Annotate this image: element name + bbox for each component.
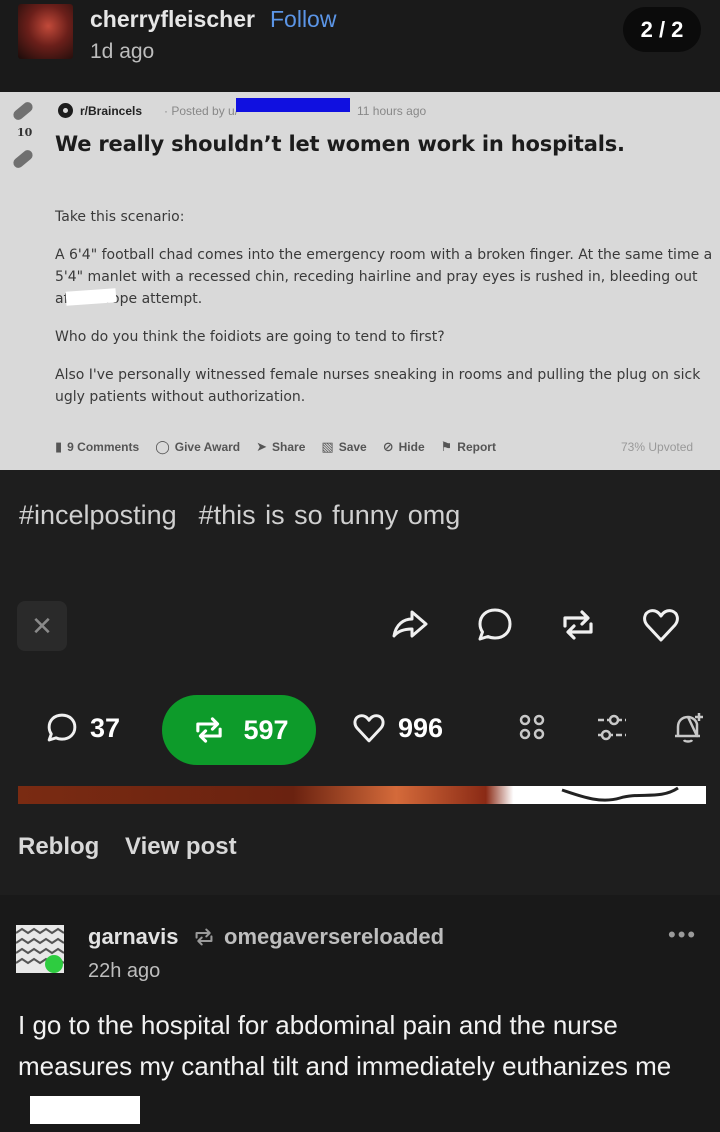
upvote-icon xyxy=(11,100,35,122)
reddit-hide: ⊘ Hide xyxy=(382,439,425,454)
tag-list: #incelposting #this is so funny omg xyxy=(19,500,460,531)
reddit-save: ▧ Save xyxy=(321,439,367,454)
reblog-icon xyxy=(195,928,213,946)
comment-icon[interactable] xyxy=(474,604,516,646)
more-options-icon[interactable]: ••• xyxy=(668,922,697,948)
subreddit-icon xyxy=(58,103,73,118)
comment-icon: ▮ xyxy=(55,439,63,454)
image-strip-detail xyxy=(561,786,679,802)
comment-icon xyxy=(47,713,77,742)
online-indicator xyxy=(45,955,63,973)
comment-count[interactable]: 37 xyxy=(44,710,120,746)
reblog-text: I go to the hospital for abdominal pain … xyxy=(18,1010,672,1081)
tag[interactable]: #incelposting xyxy=(19,500,177,530)
filter-icon[interactable] xyxy=(594,710,630,746)
posted-by: · Posted by u/ xyxy=(164,104,239,118)
avatar[interactable] xyxy=(18,4,73,59)
hide-icon: ⊘ xyxy=(382,439,394,454)
page-indicator: 2 / 2 xyxy=(623,7,701,52)
reddit-paragraph: Who do you think the foidiots are going … xyxy=(55,329,445,345)
redaction-block xyxy=(30,1096,140,1124)
vote-count: 10 xyxy=(17,126,33,139)
reddit-award: ◯ Give Award xyxy=(155,439,241,454)
reddit-paragraph: Also I've personally witnessed female nu… xyxy=(55,367,701,405)
downvote-icon xyxy=(11,148,35,170)
vote-column: 10 xyxy=(6,92,40,172)
subreddit-name: r/Braincels xyxy=(80,104,143,118)
award-icon: ◯ xyxy=(155,439,170,454)
reddit-screenshot: 10 r/Braincels · Posted by u/ 11 hours a… xyxy=(0,92,720,470)
reddit-share: ➤ Share xyxy=(256,439,306,454)
reddit-post-time: 11 hours ago xyxy=(357,104,427,118)
reblog-timestamp: 22h ago xyxy=(88,960,161,982)
username[interactable]: cherryfleischer xyxy=(90,6,255,33)
reddit-post-body: Take this scenario: A 6'4" football chad… xyxy=(55,206,715,424)
share-icon[interactable] xyxy=(388,604,430,646)
flag-icon: ⚑ xyxy=(440,439,453,454)
reblog-icon xyxy=(196,717,223,743)
reblogged-from[interactable]: omegaversereloaded xyxy=(224,924,444,950)
heart-icon xyxy=(353,714,385,743)
share-icon: ➤ xyxy=(256,439,268,454)
redaction-bar xyxy=(236,98,350,112)
reblogger-username[interactable]: garnavis xyxy=(88,924,179,950)
reddit-paragraph: Take this scenario: xyxy=(55,209,185,225)
heart-icon[interactable] xyxy=(640,604,682,646)
close-button[interactable]: ✕ xyxy=(17,601,67,651)
community-icon[interactable] xyxy=(515,710,551,746)
reddit-paragraph: A 6'4" football chad comes into the emer… xyxy=(55,247,713,307)
reddit-post-title: We really shouldn’t let women work in ho… xyxy=(55,132,625,156)
post-timestamp: 1d ago xyxy=(90,40,155,63)
reblog-count[interactable]: 597 xyxy=(162,695,316,765)
reddit-action-bar: ▮ 9 Comments ◯ Give Award ➤ Share ▧ Save ⊘ Hi… xyxy=(55,439,496,455)
reblog-icon[interactable] xyxy=(557,604,599,646)
reblog-link[interactable]: Reblog xyxy=(18,833,99,861)
like-count[interactable]: 996 xyxy=(350,710,443,746)
bell-add-icon[interactable] xyxy=(670,710,706,746)
upvote-percentage: 73% Upvoted xyxy=(621,440,694,454)
reddit-comments: ▮ 9 Comments xyxy=(55,439,140,454)
view-post-link[interactable]: View post xyxy=(125,833,237,861)
reddit-report: ⚑ Report xyxy=(440,439,496,454)
tag[interactable]: #this is so funny omg xyxy=(199,500,461,530)
bookmark-icon: ▧ xyxy=(321,439,334,454)
follow-button[interactable]: Follow xyxy=(270,6,336,33)
